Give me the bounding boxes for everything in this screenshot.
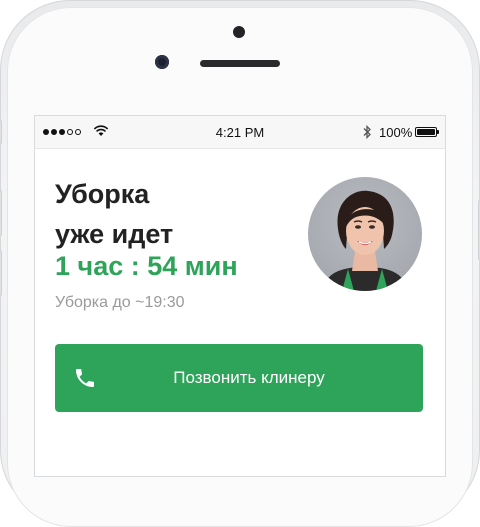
bluetooth-icon bbox=[363, 125, 371, 139]
volume-up-button bbox=[0, 190, 2, 236]
battery-icon bbox=[415, 127, 439, 137]
cleaning-end-time: Уборка до ~19:30 bbox=[55, 294, 185, 311]
app-screen: 4:21 PM 100% Уборка уже идет 1 час : 54 м… bbox=[35, 116, 445, 476]
battery-percent: 100% bbox=[379, 125, 413, 140]
proximity-sensor bbox=[233, 26, 245, 38]
earpiece-speaker bbox=[200, 60, 280, 67]
mute-switch bbox=[0, 120, 2, 144]
volume-down-button bbox=[0, 250, 2, 296]
cleaner-photo-icon bbox=[322, 190, 408, 291]
front-camera-icon bbox=[155, 55, 169, 69]
cleaner-avatar bbox=[308, 177, 422, 291]
call-cleaner-button[interactable]: Позвонить клинеру bbox=[55, 344, 423, 412]
phone-frame: 4:21 PM 100% Уборка уже идет 1 час : 54 м… bbox=[0, 0, 480, 527]
call-cleaner-label: Позвонить клинеру bbox=[173, 368, 325, 387]
cleaning-timer: 1 час : 54 мин bbox=[55, 251, 238, 281]
cleaning-status-title: Уборка уже идет bbox=[55, 179, 174, 249]
status-bar: 4:21 PM 100% bbox=[35, 116, 445, 149]
